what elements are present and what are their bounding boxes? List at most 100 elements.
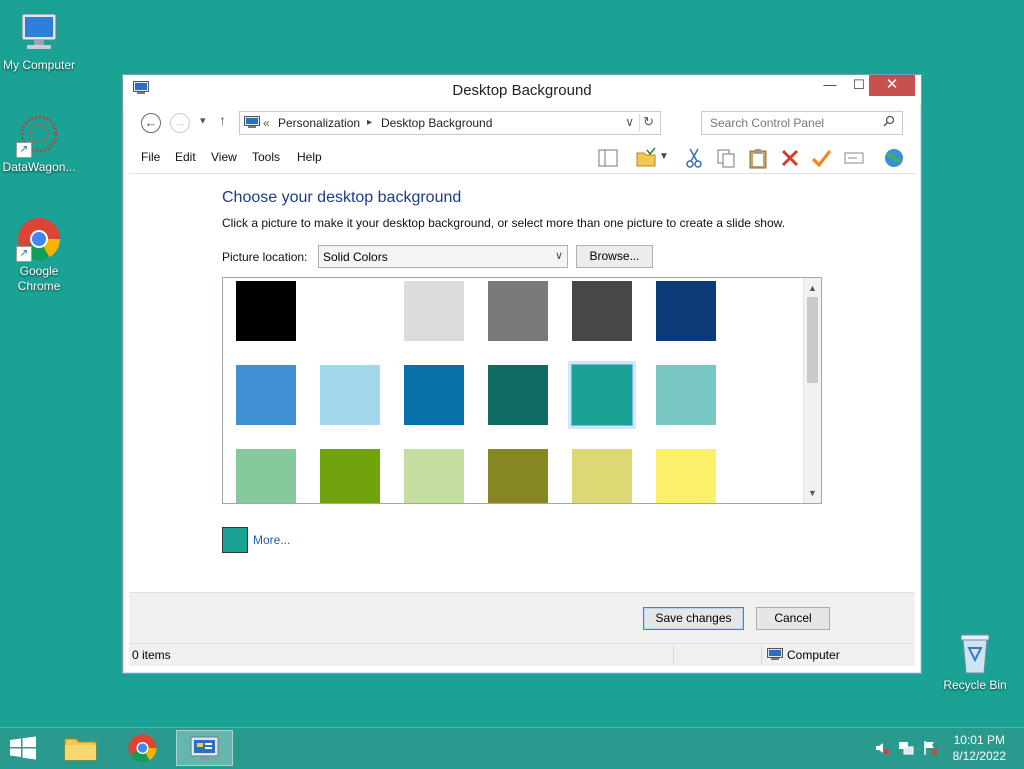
windows-start-icon[interactable]: [8, 736, 38, 760]
menu-edit[interactable]: Edit: [175, 150, 196, 164]
refresh-button[interactable]: ↻: [643, 114, 654, 130]
color-swatch[interactable]: [572, 281, 632, 341]
color-swatch[interactable]: [488, 365, 548, 425]
color-swatch[interactable]: [320, 449, 380, 503]
forward-button[interactable]: →: [170, 113, 190, 133]
action-center-flag-icon[interactable]: [922, 740, 938, 756]
taskbar-file-explorer[interactable]: [52, 730, 109, 766]
color-swatch[interactable]: [404, 281, 464, 341]
paste-icon[interactable]: [747, 147, 769, 169]
back-button[interactable]: ←: [141, 113, 161, 133]
volume-muted-icon[interactable]: [874, 740, 890, 756]
close-button[interactable]: ✕: [869, 75, 915, 96]
more-colors-link[interactable]: More...: [253, 533, 290, 547]
datawagon-icon: ↗: [16, 112, 62, 158]
breadcrumb-desktop-background[interactable]: Desktop Background: [381, 116, 492, 130]
desktop-icon-my-computer[interactable]: My Computer: [0, 10, 81, 73]
status-location: Computer: [787, 648, 840, 662]
shortcut-arrow-icon: ↗: [16, 246, 32, 262]
folder-options-dropdown-icon[interactable]: ▼: [659, 151, 669, 162]
internet-globe-icon[interactable]: [883, 147, 905, 169]
control-panel-icon: [190, 736, 219, 760]
address-bar[interactable]: « Personalization ▸ Desktop Background ∨…: [239, 111, 661, 135]
taskbar-control-panel[interactable]: [176, 730, 233, 766]
status-divider: [761, 646, 762, 664]
color-swatch[interactable]: [320, 365, 380, 425]
status-divider: [673, 646, 674, 664]
cancel-button[interactable]: Cancel: [756, 607, 830, 630]
desktop-icon-label: My Computer: [2, 58, 76, 72]
browse-button[interactable]: Browse...: [576, 245, 653, 268]
chevron-down-icon: ∨: [554, 250, 563, 262]
color-swatch[interactable]: [236, 365, 296, 425]
search-placeholder: Search Control Panel: [710, 116, 825, 130]
menu-tools[interactable]: Tools: [252, 150, 280, 164]
shortcut-arrow-icon: ↗: [16, 142, 32, 158]
minimize-button[interactable]: —: [815, 75, 845, 96]
clock-date: 8/12/2022: [952, 749, 1006, 763]
rename-icon[interactable]: [843, 147, 865, 169]
taskbar-clock[interactable]: 10:01 PM 8/12/2022: [953, 732, 1006, 764]
color-swatch[interactable]: [404, 449, 464, 503]
control-panel-icon: [244, 116, 260, 128]
up-button[interactable]: ↑: [219, 112, 226, 128]
scroll-down-arrow[interactable]: ▼: [804, 485, 821, 501]
color-swatch[interactable]: [236, 449, 296, 503]
color-swatch[interactable]: [656, 365, 716, 425]
network-icon[interactable]: [898, 740, 914, 756]
color-swatch[interactable]: [488, 449, 548, 503]
chrome-icon: [128, 734, 157, 762]
content-area: Choose your desktop background Click a p…: [129, 173, 915, 594]
action-bar: Save changes Cancel: [129, 592, 915, 643]
delete-icon[interactable]: [779, 147, 801, 169]
taskbar: 10:01 PM 8/12/2022: [0, 727, 1024, 768]
color-swatch[interactable]: [236, 281, 296, 341]
current-color-swatch[interactable]: [222, 527, 248, 553]
copy-icon[interactable]: [715, 147, 737, 169]
status-item-count: 0 items: [132, 648, 171, 662]
vertical-scrollbar[interactable]: ▲ ▼: [803, 278, 821, 503]
menu-view[interactable]: View: [211, 150, 237, 164]
desktop-icon-google-chrome[interactable]: ↗ Google Chrome: [0, 216, 81, 294]
computer-icon: [16, 10, 62, 56]
color-swatch[interactable]: [656, 281, 716, 341]
save-changes-button[interactable]: Save changes: [643, 607, 744, 630]
color-swatch[interactable]: [404, 365, 464, 425]
computer-icon: [767, 648, 783, 660]
status-bar: 0 items Computer: [129, 643, 915, 666]
desktop-icon-label: Recycle Bin: [943, 678, 1007, 692]
desktop-icon-datawagon[interactable]: ↗ DataWagon...: [0, 112, 81, 175]
address-dropdown-button[interactable]: ∨: [625, 115, 634, 129]
recent-locations-dropdown[interactable]: ▾: [200, 114, 206, 127]
scroll-up-arrow[interactable]: ▲: [804, 280, 821, 296]
color-swatch[interactable]: [320, 281, 380, 341]
picture-location-select[interactable]: Solid Colors ∨: [318, 245, 568, 268]
breadcrumb-overflow[interactable]: «: [263, 116, 270, 130]
picture-location-label: Picture location:: [222, 250, 308, 264]
color-swatch[interactable]: [572, 449, 632, 503]
cut-icon[interactable]: [683, 147, 705, 169]
color-swatch[interactable]: [571, 364, 633, 426]
breadcrumb-personalization[interactable]: Personalization: [278, 116, 360, 130]
taskbar-google-chrome[interactable]: [114, 730, 171, 766]
color-swatch[interactable]: [488, 281, 548, 341]
properties-check-icon[interactable]: [810, 147, 832, 169]
scroll-thumb[interactable]: [807, 297, 818, 383]
clock-time: 10:01 PM: [953, 733, 1005, 747]
desktop-icon-label: DataWagon...: [2, 160, 76, 174]
page-heading: Choose your desktop background: [222, 189, 462, 206]
folder-options-icon[interactable]: [635, 147, 657, 169]
recycle-bin-icon: [952, 630, 998, 676]
breadcrumb-separator[interactable]: ▸: [367, 117, 372, 128]
desktop-icon-recycle-bin[interactable]: Recycle Bin: [933, 630, 1017, 693]
window-title: Desktop Background: [452, 82, 592, 99]
menu-file[interactable]: File: [141, 150, 160, 164]
title-bar[interactable]: Desktop Background — ☐ ✕: [123, 75, 921, 105]
navigation-bar: ← → ▾ ↑ « Personalization ▸ Desktop Back…: [131, 109, 913, 137]
desktop-background-window: Desktop Background — ☐ ✕ ← → ▾ ↑ « Perso…: [122, 74, 922, 674]
layout-pane-icon[interactable]: [597, 147, 619, 169]
color-swatch[interactable]: [656, 449, 716, 503]
search-control-panel-input[interactable]: Search Control Panel: [701, 111, 903, 135]
menu-help[interactable]: Help: [297, 150, 322, 164]
search-icon[interactable]: [883, 115, 895, 130]
